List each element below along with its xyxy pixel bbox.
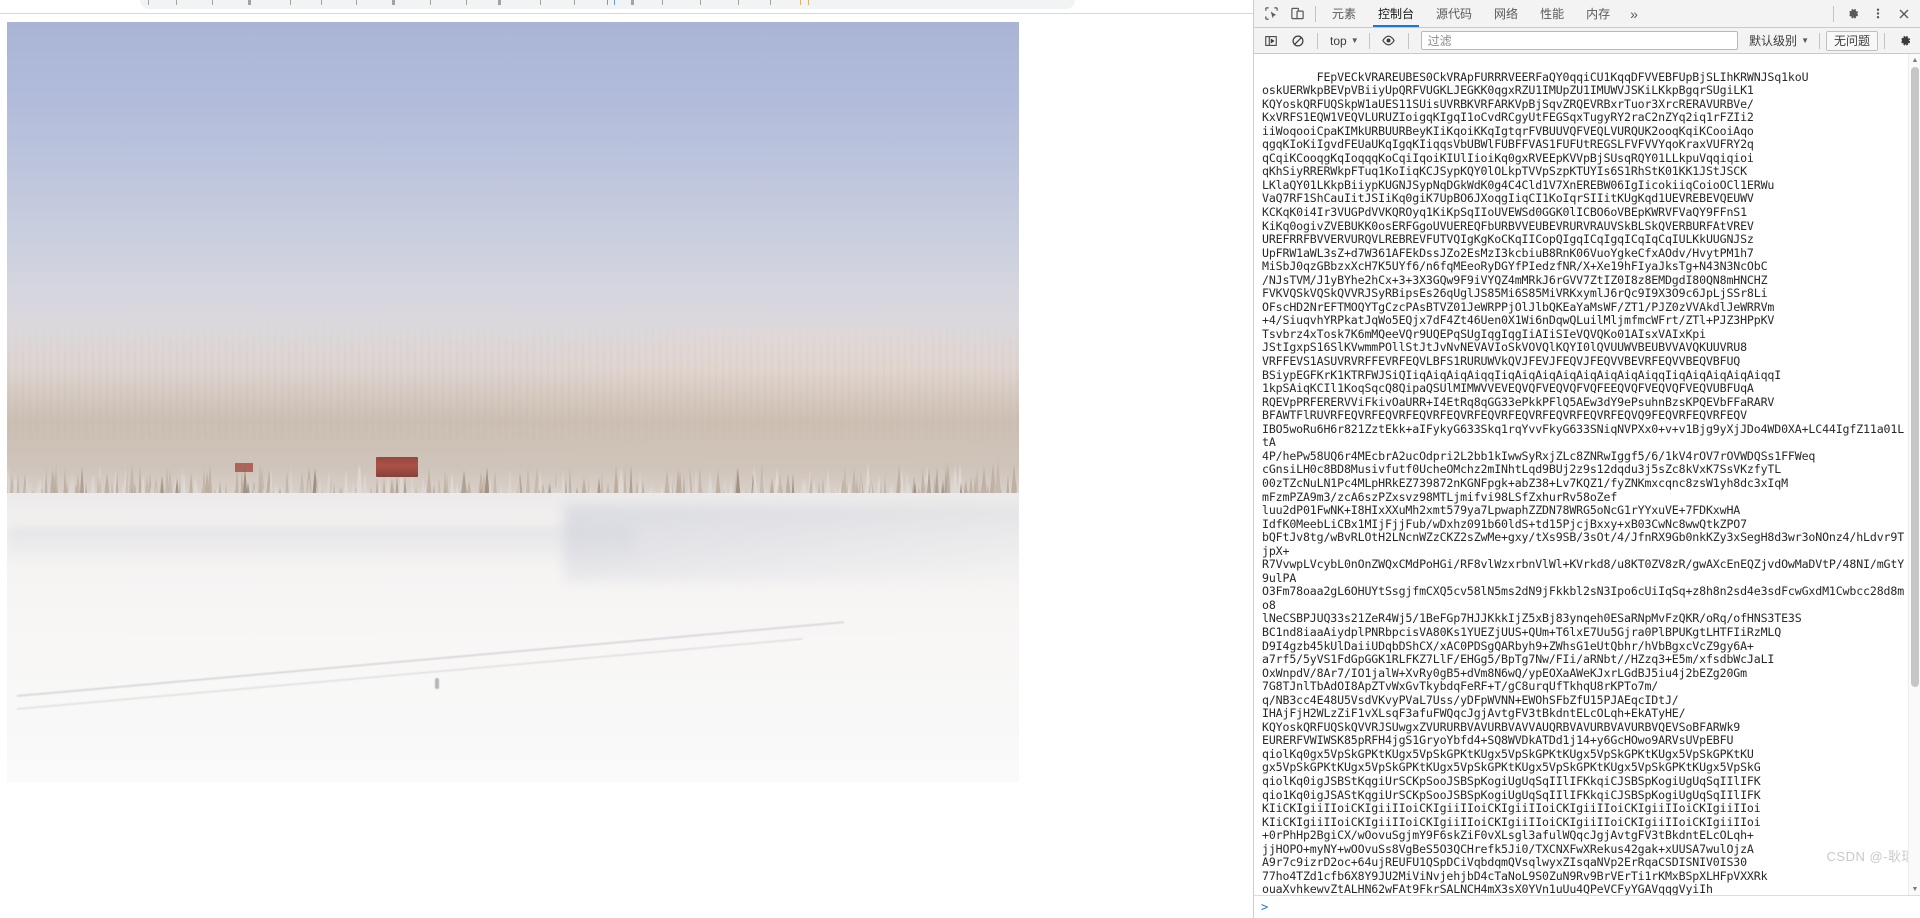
more-tabs-button[interactable]: » [1621,0,1647,27]
create-live-expression-icon[interactable] [1376,29,1402,53]
winter-landscape-photo [7,22,1019,782]
console-toolbar: top ▼ 默认级别 ▼ 无问题 [1254,28,1920,54]
tab-performance-label: 性能 [1540,7,1565,21]
devtools-tabbar: 元素 控制台 源代码 网络 性能 内存 » [1254,0,1920,28]
scroll-down-arrow-icon[interactable]: ▼ [1909,883,1920,895]
tabbar-divider-right [1833,5,1834,22]
devtools-panel: 元素 控制台 源代码 网络 性能 内存 » top ▼ 过滤 默认级别 ▼ 无问… [1253,0,1920,918]
issues-status-label: 无问题 [1833,33,1870,48]
tab-sources[interactable]: 源代码 [1425,0,1483,27]
gear-icon[interactable] [1839,2,1865,26]
tabbar-divider [1315,5,1316,22]
tab-performance[interactable]: 性能 [1529,0,1575,27]
console-filter-input[interactable] [1420,31,1739,50]
console-settings-gear-icon[interactable] [1891,29,1917,53]
tab-memory-label: 内存 [1586,7,1611,21]
scroll-up-arrow-icon[interactable]: ▲ [1909,54,1920,66]
photo-snow-shadow-left [7,527,635,566]
console-log-levels-selector[interactable]: 默认级别 ▼ [1745,32,1813,49]
tab-elements[interactable]: 元素 [1321,0,1367,27]
photo-red-cabin [376,457,419,478]
device-toolbar-icon[interactable] [1284,2,1310,26]
inspect-element-icon[interactable] [1258,2,1284,26]
chevron-down-icon: ▼ [1350,36,1359,45]
more-options-icon[interactable] [1865,2,1891,26]
console-prompt-symbol: > [1261,900,1269,914]
tab-sources-label: 源代码 [1436,7,1473,21]
console-toolbar-divider-2 [1368,32,1370,49]
console-toolbar-divider-4 [1818,32,1820,49]
tab-console-label: 控制台 [1378,7,1415,21]
console-sidebar-icon[interactable] [1258,29,1284,53]
photo-skier [435,677,440,689]
chevron-down-icon-levels: ▼ [1801,36,1809,45]
tab-memory[interactable]: 内存 [1575,0,1621,27]
console-toolbar-divider-1 [1317,32,1318,49]
console-scrollbar-thumb[interactable] [1911,67,1919,687]
photo-red-cabin-secondary [234,462,253,472]
more-tabs-label: » [1630,5,1638,22]
tab-console[interactable]: 控制台 [1367,0,1425,27]
console-message-body: FEpVECkVRAREUBES0CkVRApFURRRVEERFaQY0qqi… [1262,69,1905,895]
tab-elements-label: 元素 [1332,7,1357,21]
page-viewport [0,14,1253,918]
close-icon[interactable] [1891,2,1917,26]
clear-console-icon[interactable] [1285,29,1311,53]
console-scrollbar[interactable]: ▲ ▼ [1908,54,1920,895]
tab-network[interactable]: 网络 [1483,0,1529,27]
browser-toolbar-sliver [0,0,1253,9]
screenshot-root: 元素 控制台 源代码 网络 性能 内存 » top ▼ 过滤 默认级别 ▼ 无问… [0,0,1920,918]
tab-network-label: 网络 [1494,7,1519,21]
console-log-levels-label: 默认级别 [1749,34,1798,48]
console-prompt[interactable]: > [1254,895,1920,918]
console-context-selector[interactable]: top ▼ [1324,31,1363,51]
console-toolbar-divider-5 [1884,32,1885,49]
issues-status-button[interactable]: 无问题 [1825,30,1878,51]
console-context-label: top [1330,33,1347,48]
console-toolbar-divider-3 [1407,32,1409,49]
console-output: FEpVECkVRAREUBES0CkVRApFURRRVEERFaQY0qqi… [1254,54,1920,895]
console-message-base64[interactable]: FEpVECkVRAREUBES0CkVRApFURRRVEERFaQY0qqi… [1254,54,1920,895]
browser-pane [0,0,1253,918]
